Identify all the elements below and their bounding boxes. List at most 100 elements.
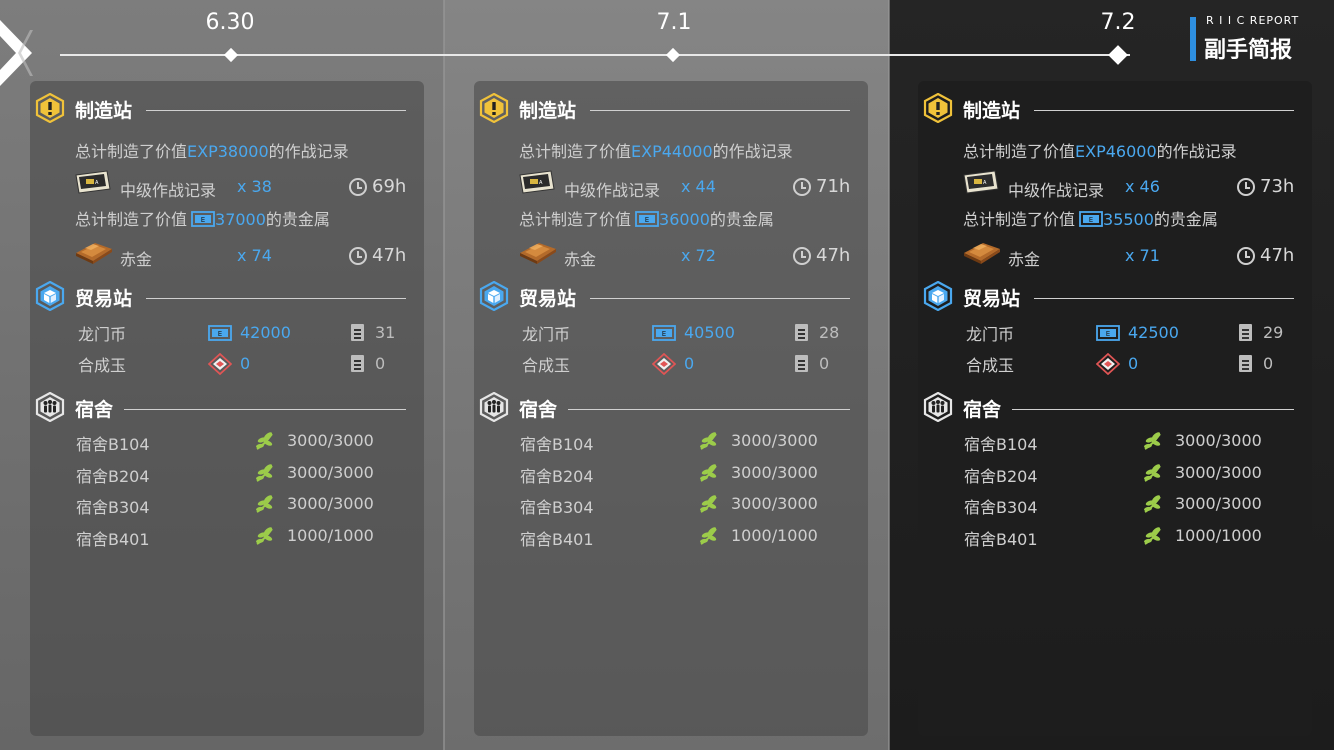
people-hex-icon	[923, 391, 953, 423]
exp-value: EXP38000	[187, 142, 269, 161]
warning-hex-icon	[923, 92, 953, 124]
people-hex-icon	[479, 391, 509, 423]
record-time: 71h	[816, 176, 851, 197]
leaf-morale-icon	[698, 493, 720, 519]
record-name: 中级作战记录	[120, 181, 217, 200]
column-divider	[443, 0, 445, 750]
orundum-icon	[1095, 352, 1121, 379]
report-title: 副手简报	[1204, 38, 1293, 63]
leaf-morale-icon	[1142, 493, 1164, 519]
dorm-room-name: 宿舍B304	[520, 498, 594, 517]
date-label[interactable]: 7.1	[614, 10, 734, 35]
battle-record-image: A	[73, 169, 113, 199]
lmd-currency-icon: E	[1079, 210, 1103, 232]
record-count: x 44	[681, 177, 716, 196]
clock-icon	[793, 178, 811, 196]
leaf-morale-icon	[1142, 462, 1164, 488]
report-header: R I I C REPORT 副手简报	[1190, 14, 1302, 63]
clock-icon	[349, 178, 367, 196]
orundum-icon	[207, 352, 233, 379]
exp-value: EXP46000	[1075, 142, 1157, 161]
gold-name: 赤金	[564, 250, 597, 269]
svg-text:A: A	[95, 180, 99, 186]
manufacture-title: 制造站	[963, 100, 1021, 122]
dorm-room-name: 宿舍B204	[76, 466, 150, 486]
orundum-orders: 0	[1263, 354, 1274, 373]
dorm-room-morale: 3000/3000	[1175, 494, 1262, 513]
dorm-room-name: 宿舍B401	[520, 529, 594, 549]
dorm-room-name: 宿舍B204	[964, 466, 1038, 486]
date-label[interactable]: 7.2	[1058, 10, 1178, 35]
day-report-panel: 制造站 总计制造了价值EXP44000的作战记录 A 中级作战记录 x 44 7…	[474, 81, 868, 736]
dorm-room-morale: 1000/1000	[1175, 525, 1262, 545]
exp-prefix: 总计制造了价值	[963, 142, 1076, 161]
exp-value: EXP44000	[631, 142, 713, 161]
clock-icon	[1237, 247, 1255, 265]
warning-hex-icon	[35, 92, 65, 124]
lmd-currency-icon: E	[635, 210, 659, 232]
lmd-label: 龙门币	[522, 325, 571, 344]
lmd-currency-icon: E	[208, 324, 232, 346]
trade-title: 贸易站	[75, 288, 133, 310]
gold-value: 36000	[659, 210, 710, 229]
section-divider	[124, 409, 406, 410]
svg-text:E: E	[645, 216, 649, 224]
gold-time: 47h	[816, 245, 851, 266]
leaf-morale-icon	[698, 430, 720, 456]
box-hex-icon	[923, 280, 953, 312]
orundum-label: 合成玉	[78, 356, 127, 375]
report-title-en: R I I C REPORT	[1206, 14, 1300, 27]
dorm-title: 宿舍	[519, 399, 558, 421]
lmd-label: 龙门币	[966, 325, 1015, 344]
exp-prefix: 总计制造了价值	[75, 142, 188, 161]
lmd-currency-icon: E	[652, 324, 676, 346]
lmd-value: 40500	[684, 323, 735, 342]
orundum-label: 合成玉	[522, 356, 571, 375]
back-button[interactable]	[0, 18, 44, 88]
gold-prefix: 总计制造了价值	[519, 210, 632, 229]
record-time: 69h	[372, 176, 407, 197]
dorm-room-name: 宿舍B104	[76, 435, 150, 454]
leaf-morale-icon	[254, 525, 276, 551]
dorm-room-morale: 3000/3000	[731, 431, 818, 450]
timeline-line	[60, 54, 1130, 56]
exp-summary: 总计制造了价值EXP46000的作战记录	[963, 138, 1237, 162]
lmd-value: 42000	[240, 323, 291, 342]
manufacture-title: 制造站	[75, 100, 133, 122]
gold-count: x 71	[1125, 246, 1160, 265]
date-label[interactable]: 6.30	[170, 10, 290, 35]
gold-time: 47h	[372, 245, 407, 266]
section-divider	[590, 298, 850, 299]
section-divider	[568, 409, 850, 410]
section-divider	[146, 110, 406, 111]
record-name: 中级作战记录	[1008, 181, 1105, 200]
lmd-currency-icon: E	[191, 210, 215, 232]
exp-suffix: 的作战记录	[1156, 142, 1237, 161]
gold-suffix: 的贵金属	[709, 210, 774, 229]
document-icon	[795, 355, 808, 372]
orundum-value: 0	[1128, 354, 1139, 373]
dorm-room-morale: 1000/1000	[287, 525, 374, 545]
svg-text:E: E	[218, 330, 222, 338]
manufacture-title: 制造站	[519, 100, 577, 122]
dorm-room-morale: 1000/1000	[731, 525, 818, 545]
gold-bar-image	[961, 239, 1003, 269]
box-hex-icon	[479, 280, 509, 312]
orundum-orders: 0	[375, 354, 386, 373]
orundum-value: 0	[684, 354, 695, 373]
exp-suffix: 的作战记录	[268, 142, 349, 161]
orundum-label: 合成玉	[966, 356, 1015, 375]
trade-title: 贸易站	[519, 288, 577, 310]
record-name: 中级作战记录	[564, 181, 661, 200]
dorm-room-morale: 3000/3000	[287, 462, 374, 482]
dorm-room-morale: 3000/3000	[1175, 431, 1262, 450]
gold-value: 37000	[215, 210, 266, 229]
dorm-room-morale: 3000/3000	[731, 462, 818, 482]
gold-bar-image	[73, 239, 115, 269]
clock-icon	[793, 247, 811, 265]
dorm-room-name: 宿舍B104	[964, 435, 1038, 454]
section-divider	[146, 298, 406, 299]
record-time: 73h	[1260, 176, 1295, 197]
section-divider	[590, 110, 850, 111]
leaf-morale-icon	[1142, 525, 1164, 551]
